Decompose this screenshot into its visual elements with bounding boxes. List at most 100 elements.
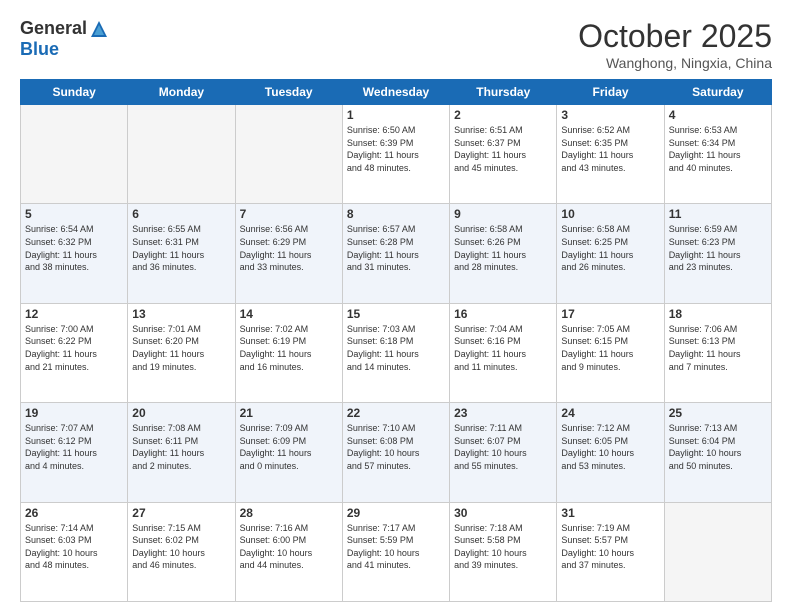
- page: General Blue October 2025 Wanghong, Ning…: [0, 0, 792, 612]
- table-row: [235, 105, 342, 204]
- header-sunday: Sunday: [21, 80, 128, 105]
- table-row: 25Sunrise: 7:13 AM Sunset: 6:04 PM Dayli…: [664, 403, 771, 502]
- table-row: 1 Sunrise: 6:50 AM Sunset: 6:39 PM Daylig…: [342, 105, 449, 204]
- day-info: Sunrise: 7:10 AM Sunset: 6:08 PM Dayligh…: [347, 422, 445, 472]
- day-info: Sunrise: 6:52 AM Sunset: 6:35 PM Dayligh…: [561, 124, 659, 174]
- header: General Blue October 2025 Wanghong, Ning…: [20, 18, 772, 71]
- day-info: Sunrise: 6:59 AM Sunset: 6:23 PM Dayligh…: [669, 223, 767, 273]
- location: Wanghong, Ningxia, China: [578, 55, 772, 71]
- table-row: 7 Sunrise: 6:56 AM Sunset: 6:29 PM Daylig…: [235, 204, 342, 303]
- day-info: Sunrise: 7:14 AM Sunset: 6:03 PM Dayligh…: [25, 522, 123, 572]
- table-row: [128, 105, 235, 204]
- day-info: Sunrise: 7:05 AM Sunset: 6:15 PM Dayligh…: [561, 323, 659, 373]
- day-info: Sunrise: 7:12 AM Sunset: 6:05 PM Dayligh…: [561, 422, 659, 472]
- header-friday: Friday: [557, 80, 664, 105]
- day-number: 23: [454, 406, 552, 420]
- table-row: 5Sunrise: 6:54 AM Sunset: 6:32 PM Daylig…: [21, 204, 128, 303]
- day-number: 4: [669, 108, 767, 122]
- weekday-header-row: Sunday Monday Tuesday Wednesday Thursday…: [21, 80, 772, 105]
- day-info: Sunrise: 7:01 AM Sunset: 6:20 PM Dayligh…: [132, 323, 230, 373]
- day-info: Sunrise: 7:04 AM Sunset: 6:16 PM Dayligh…: [454, 323, 552, 373]
- table-row: 4 Sunrise: 6:53 AM Sunset: 6:34 PM Daylig…: [664, 105, 771, 204]
- calendar-week-row: 26 Sunrise: 7:14 AM Sunset: 6:03 PM Dayli…: [21, 502, 772, 601]
- day-info: Sunrise: 7:19 AM Sunset: 5:57 PM Dayligh…: [561, 522, 659, 572]
- table-row: 28Sunrise: 7:16 AM Sunset: 6:00 PM Dayli…: [235, 502, 342, 601]
- table-row: 14 Sunrise: 7:02 AM Sunset: 6:19 PM Dayli…: [235, 303, 342, 402]
- table-row: 20 Sunrise: 7:08 AM Sunset: 6:11 PM Dayli…: [128, 403, 235, 502]
- day-number: 27: [132, 506, 230, 520]
- table-row: 23 Sunrise: 7:11 AM Sunset: 6:07 PM Dayli…: [450, 403, 557, 502]
- table-row: 16 Sunrise: 7:04 AM Sunset: 6:16 PM Dayli…: [450, 303, 557, 402]
- calendar-week-row: 12Sunrise: 7:00 AM Sunset: 6:22 PM Dayli…: [21, 303, 772, 402]
- day-number: 22: [347, 406, 445, 420]
- table-row: 17 Sunrise: 7:05 AM Sunset: 6:15 PM Dayli…: [557, 303, 664, 402]
- calendar-week-row: 5Sunrise: 6:54 AM Sunset: 6:32 PM Daylig…: [21, 204, 772, 303]
- day-info: Sunrise: 6:58 AM Sunset: 6:25 PM Dayligh…: [561, 223, 659, 273]
- day-info: Sunrise: 7:16 AM Sunset: 6:00 PM Dayligh…: [240, 522, 338, 572]
- table-row: 3Sunrise: 6:52 AM Sunset: 6:35 PM Daylig…: [557, 105, 664, 204]
- day-info: Sunrise: 6:55 AM Sunset: 6:31 PM Dayligh…: [132, 223, 230, 273]
- day-info: Sunrise: 6:57 AM Sunset: 6:28 PM Dayligh…: [347, 223, 445, 273]
- day-number: 14: [240, 307, 338, 321]
- day-info: Sunrise: 7:15 AM Sunset: 6:02 PM Dayligh…: [132, 522, 230, 572]
- calendar-week-row: 19Sunrise: 7:07 AM Sunset: 6:12 PM Dayli…: [21, 403, 772, 502]
- day-number: 31: [561, 506, 659, 520]
- day-number: 7: [240, 207, 338, 221]
- table-row: 22 Sunrise: 7:10 AM Sunset: 6:08 PM Dayli…: [342, 403, 449, 502]
- day-info: Sunrise: 7:11 AM Sunset: 6:07 PM Dayligh…: [454, 422, 552, 472]
- day-info: Sunrise: 6:56 AM Sunset: 6:29 PM Dayligh…: [240, 223, 338, 273]
- day-number: 16: [454, 307, 552, 321]
- day-info: Sunrise: 6:53 AM Sunset: 6:34 PM Dayligh…: [669, 124, 767, 174]
- day-number: 15: [347, 307, 445, 321]
- header-saturday: Saturday: [664, 80, 771, 105]
- day-number: 20: [132, 406, 230, 420]
- day-info: Sunrise: 7:13 AM Sunset: 6:04 PM Dayligh…: [669, 422, 767, 472]
- day-number: 9: [454, 207, 552, 221]
- day-info: Sunrise: 7:08 AM Sunset: 6:11 PM Dayligh…: [132, 422, 230, 472]
- table-row: 11 Sunrise: 6:59 AM Sunset: 6:23 PM Dayli…: [664, 204, 771, 303]
- table-row: 13 Sunrise: 7:01 AM Sunset: 6:20 PM Dayli…: [128, 303, 235, 402]
- header-wednesday: Wednesday: [342, 80, 449, 105]
- table-row: 18 Sunrise: 7:06 AM Sunset: 6:13 PM Dayli…: [664, 303, 771, 402]
- day-number: 5: [25, 207, 123, 221]
- day-number: 24: [561, 406, 659, 420]
- table-row: 19Sunrise: 7:07 AM Sunset: 6:12 PM Dayli…: [21, 403, 128, 502]
- day-number: 13: [132, 307, 230, 321]
- table-row: 26 Sunrise: 7:14 AM Sunset: 6:03 PM Dayli…: [21, 502, 128, 601]
- day-info: Sunrise: 7:06 AM Sunset: 6:13 PM Dayligh…: [669, 323, 767, 373]
- calendar: Sunday Monday Tuesday Wednesday Thursday…: [20, 79, 772, 602]
- day-number: 6: [132, 207, 230, 221]
- table-row: 21 Sunrise: 7:09 AM Sunset: 6:09 PM Dayli…: [235, 403, 342, 502]
- day-number: 11: [669, 207, 767, 221]
- day-info: Sunrise: 7:09 AM Sunset: 6:09 PM Dayligh…: [240, 422, 338, 472]
- day-number: 26: [25, 506, 123, 520]
- day-info: Sunrise: 6:51 AM Sunset: 6:37 PM Dayligh…: [454, 124, 552, 174]
- day-number: 18: [669, 307, 767, 321]
- day-number: 2: [454, 108, 552, 122]
- table-row: 8Sunrise: 6:57 AM Sunset: 6:28 PM Daylig…: [342, 204, 449, 303]
- table-row: 10 Sunrise: 6:58 AM Sunset: 6:25 PM Dayli…: [557, 204, 664, 303]
- table-row: 27 Sunrise: 7:15 AM Sunset: 6:02 PM Dayli…: [128, 502, 235, 601]
- day-number: 10: [561, 207, 659, 221]
- day-info: Sunrise: 7:02 AM Sunset: 6:19 PM Dayligh…: [240, 323, 338, 373]
- day-info: Sunrise: 7:03 AM Sunset: 6:18 PM Dayligh…: [347, 323, 445, 373]
- table-row: [21, 105, 128, 204]
- day-info: Sunrise: 7:00 AM Sunset: 6:22 PM Dayligh…: [25, 323, 123, 373]
- table-row: [664, 502, 771, 601]
- table-row: 15 Sunrise: 7:03 AM Sunset: 6:18 PM Dayli…: [342, 303, 449, 402]
- day-info: Sunrise: 7:18 AM Sunset: 5:58 PM Dayligh…: [454, 522, 552, 572]
- day-number: 1: [347, 108, 445, 122]
- day-number: 17: [561, 307, 659, 321]
- table-row: 12Sunrise: 7:00 AM Sunset: 6:22 PM Dayli…: [21, 303, 128, 402]
- day-number: 21: [240, 406, 338, 420]
- table-row: 2 Sunrise: 6:51 AM Sunset: 6:37 PM Daylig…: [450, 105, 557, 204]
- table-row: 30Sunrise: 7:18 AM Sunset: 5:58 PM Dayli…: [450, 502, 557, 601]
- day-info: Sunrise: 6:50 AM Sunset: 6:39 PM Dayligh…: [347, 124, 445, 174]
- logo-icon: [89, 19, 109, 39]
- day-info: Sunrise: 6:58 AM Sunset: 6:26 PM Dayligh…: [454, 223, 552, 273]
- header-tuesday: Tuesday: [235, 80, 342, 105]
- table-row: 24 Sunrise: 7:12 AM Sunset: 6:05 PM Dayli…: [557, 403, 664, 502]
- day-number: 29: [347, 506, 445, 520]
- logo: General Blue: [20, 18, 109, 60]
- day-info: Sunrise: 7:07 AM Sunset: 6:12 PM Dayligh…: [25, 422, 123, 472]
